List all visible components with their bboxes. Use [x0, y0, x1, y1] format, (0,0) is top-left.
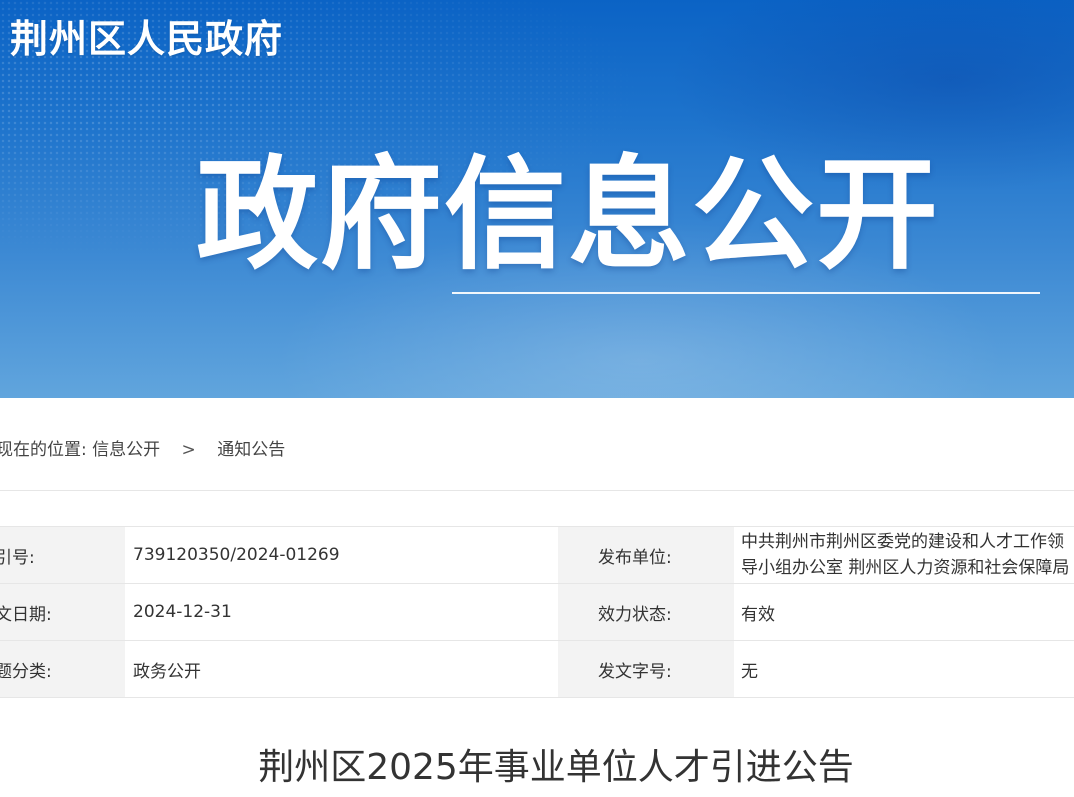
- breadcrumb-prefix: 现在的位置:: [0, 440, 87, 460]
- meta-row: 发文日期: 2024-12-31 效力状态: 有效: [0, 584, 1074, 641]
- document-number-value: 无: [734, 641, 1074, 697]
- meta-label: 索引号:: [0, 527, 125, 583]
- meta-label: 发文日期:: [0, 584, 125, 640]
- topic-category-label: 主题分类:: [0, 661, 52, 682]
- issue-date-label: 发文日期:: [0, 604, 52, 625]
- article-title: 荆州区2025年事业单位人才引进公告: [258, 747, 854, 788]
- breadcrumb-divider: [0, 490, 1074, 491]
- issue-date-value: 2024-12-31: [125, 584, 558, 640]
- meta-row: 索引号: 739120350/2024-01269 发布单位: 中共荆州市荆州区…: [0, 527, 1074, 584]
- breadcrumb-item-info-disclosure[interactable]: 信息公开: [92, 440, 160, 460]
- breadcrumb: 现在的位置: 信息公开 > 通知公告: [0, 436, 285, 464]
- meta-row: 主题分类: 政务公开 发文字号: 无: [0, 641, 1074, 698]
- index-number-value: 739120350/2024-01269: [125, 527, 558, 583]
- section-title-underline: [452, 292, 1040, 294]
- topic-category-value: 政务公开: [125, 641, 558, 697]
- meta-label: 主题分类:: [0, 641, 125, 697]
- breadcrumb-separator: >: [181, 440, 196, 460]
- header-banner: 荆州区人民政府 政府信息公开: [0, 0, 1074, 398]
- document-meta-table: 索引号: 739120350/2024-01269 发布单位: 中共荆州市荆州区…: [0, 526, 1074, 698]
- validity-status-label: 效力状态:: [558, 584, 734, 640]
- publisher-value: 中共荆州市荆州区委党的建设和人才工作领导小组办公室 荆州区人力资源和社会保障局: [741, 532, 1070, 578]
- index-number-label: 索引号:: [0, 547, 35, 568]
- site-title[interactable]: 荆州区人民政府: [10, 14, 283, 64]
- validity-status-value: 有效: [734, 584, 1074, 640]
- document-number-label: 发文字号:: [558, 641, 734, 697]
- section-title: 政府信息公开: [196, 144, 940, 286]
- publisher-label: 发布单位:: [558, 527, 734, 583]
- breadcrumb-item-notices[interactable]: 通知公告: [217, 440, 285, 460]
- meta-value: 中共荆州市荆州区委党的建设和人才工作领导小组办公室 荆州区人力资源和社会保障局: [734, 527, 1074, 583]
